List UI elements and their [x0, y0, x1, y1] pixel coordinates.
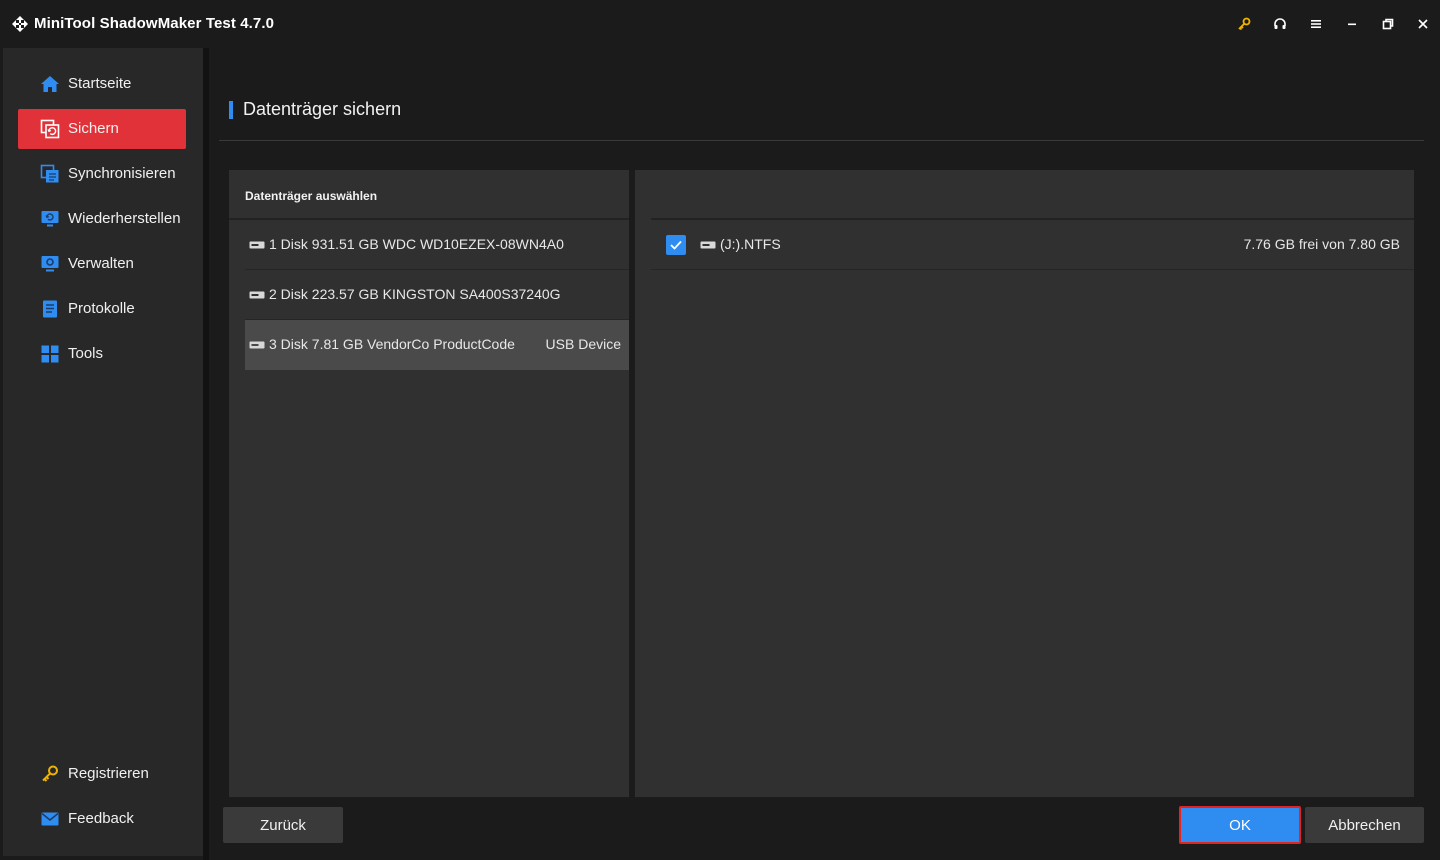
disk-list-header: Datenträger auswählen [245, 189, 378, 203]
sidebar-item-label: Protokolle [68, 300, 135, 317]
disk-label: 1 Disk 931.51 GB WDC WD10EZEX-08WN4A0 [269, 236, 564, 252]
disk-list-panel: Datenträger auswählen 1 Disk 931.51 GB W… [229, 170, 629, 797]
headset-icon[interactable] [1268, 12, 1292, 36]
sidebar-item-label: Tools [68, 345, 104, 362]
partition-size: 7.76 GB frei von 7.80 GB [1243, 236, 1400, 252]
sidebar-item-startseite[interactable]: Startseite [18, 64, 186, 104]
back-button[interactable]: Zurück [223, 807, 343, 843]
log-icon [43, 300, 57, 318]
mail-icon [41, 812, 59, 826]
check-icon [670, 240, 682, 250]
sidebar: Startseite Sichern Synchronisieren Wiede… [3, 48, 203, 856]
partition-row[interactable]: (J:).NTFS 7.76 GB frei von 7.80 GB [651, 220, 1414, 270]
sidebar-item-label: Startseite [68, 75, 132, 92]
disk-row-1[interactable]: 1 Disk 931.51 GB WDC WD10EZEX-08WN4A0 [245, 220, 629, 270]
key-icon [42, 765, 58, 782]
sidebar-item-registrieren[interactable]: Registrieren [18, 754, 186, 794]
close-icon[interactable] [1411, 12, 1435, 36]
title-divider [219, 140, 1424, 141]
page-title: Datenträger sichern [243, 99, 402, 119]
sync-icon [40, 164, 59, 183]
sidebar-item-protokolle[interactable]: Protokolle [18, 289, 186, 329]
disk-label: 3 Disk 7.81 GB VendorCo ProductCode [269, 336, 515, 352]
sidebar-item-sichern[interactable]: Sichern [18, 109, 186, 149]
home-icon [41, 76, 59, 92]
sidebar-item-label: Wiederherstellen [68, 210, 181, 227]
app-title: MiniTool ShadowMaker Test 4.7.0 [34, 15, 275, 32]
sidebar-item-synchronisieren[interactable]: Synchronisieren [18, 154, 186, 194]
backup-icon [40, 119, 60, 139]
disk-type-label: USB Device [545, 336, 621, 352]
manage-icon [41, 256, 59, 272]
minimize-icon[interactable] [1340, 12, 1364, 36]
menu-icon[interactable] [1304, 12, 1328, 36]
sidebar-item-label: Sichern [68, 120, 119, 137]
disk-icon [249, 341, 265, 349]
sidebar-item-tools[interactable]: Tools [18, 334, 186, 374]
main-content: Datenträger sichern Datenträger auswähle… [209, 48, 1437, 856]
sidebar-item-label: Verwalten [68, 255, 134, 272]
tools-icon [41, 345, 59, 363]
sidebar-item-verwalten[interactable]: Verwalten [18, 244, 186, 284]
partition-list-panel: (J:).NTFS 7.76 GB frei von 7.80 GB [635, 170, 1414, 797]
title-accent-bar [229, 101, 233, 119]
sidebar-item-label: Synchronisieren [68, 165, 176, 182]
sidebar-item-label: Registrieren [68, 765, 149, 782]
ok-button[interactable]: OK [1179, 806, 1301, 844]
title-bar: MiniTool ShadowMaker Test 4.7.0 [0, 0, 1440, 48]
sidebar-item-label: Feedback [68, 810, 134, 827]
disk-label: 2 Disk 223.57 GB KINGSTON SA400S37240G [269, 286, 561, 302]
app-logo-icon [12, 16, 28, 32]
key-icon[interactable] [1232, 12, 1256, 36]
disk-icon [249, 291, 265, 299]
partition-label: (J:).NTFS [720, 236, 781, 252]
partition-icon [700, 241, 716, 249]
disk-row-3[interactable]: 3 Disk 7.81 GB VendorCo ProductCode USB … [245, 320, 629, 370]
restore-icon [41, 211, 59, 227]
restore-icon[interactable] [1376, 12, 1400, 36]
partition-checkbox[interactable] [666, 235, 686, 255]
disk-icon [249, 241, 265, 249]
disk-row-2[interactable]: 2 Disk 223.57 GB KINGSTON SA400S37240G [245, 270, 629, 320]
sidebar-item-wiederherstellen[interactable]: Wiederherstellen [18, 199, 186, 239]
cancel-button[interactable]: Abbrechen [1305, 807, 1424, 843]
sidebar-item-feedback[interactable]: Feedback [18, 799, 186, 839]
